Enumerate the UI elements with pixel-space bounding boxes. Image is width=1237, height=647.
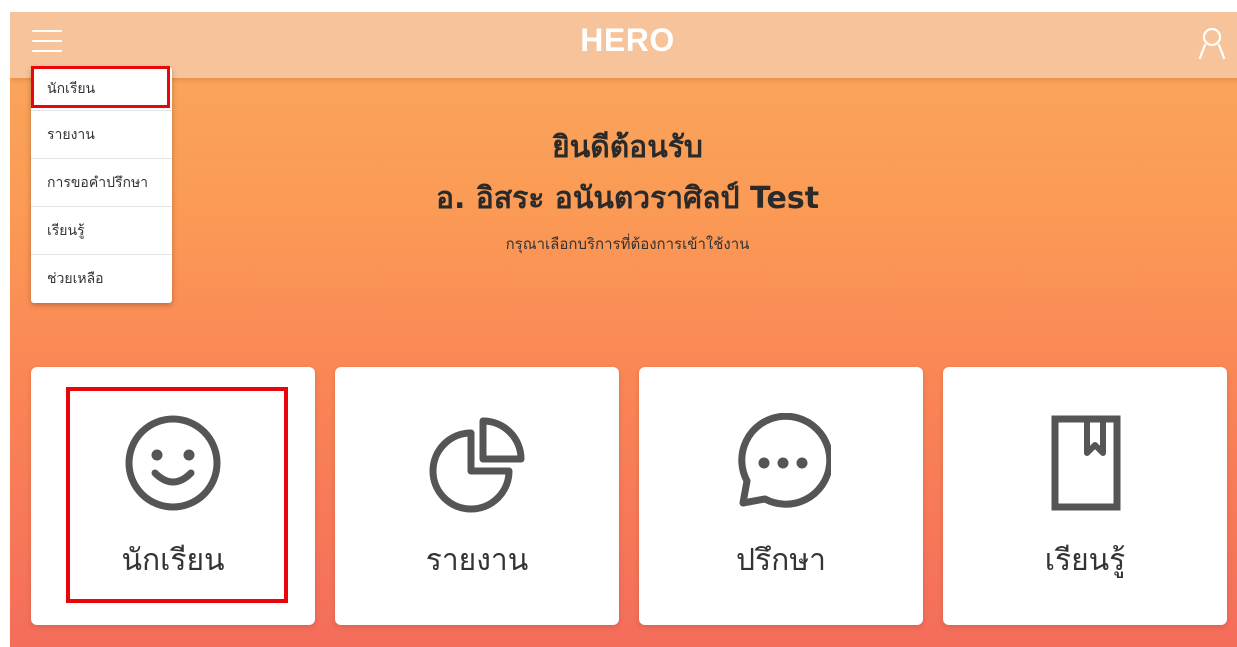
pie-chart-icon: [429, 417, 525, 513]
card-consult-label: ปรึกษา: [736, 543, 826, 578]
card-reports[interactable]: รายงาน: [335, 367, 619, 625]
menu-item-consultation-request[interactable]: การขอคำปรึกษา: [31, 159, 172, 207]
top-bar: HERO: [10, 12, 1237, 78]
user-name: อ. อิสระ อนันตวราศิลป์ Test: [435, 181, 820, 216]
smiley-face-icon: [125, 415, 221, 511]
menu-item-students[interactable]: นักเรียน: [31, 67, 172, 111]
menu-item-reports[interactable]: รายงาน: [31, 111, 172, 159]
card-students-label: นักเรียน: [121, 543, 225, 578]
app-frame: HERO ยินดีต้อนรับ อ. อิสระ อนันตวราศิลป์…: [10, 12, 1237, 647]
dropdown-menu: นักเรียน รายงาน การขอคำปรึกษา เรียนรู้ ช…: [31, 67, 172, 303]
chat-bubble-icon: [738, 413, 831, 508]
bookmark-book-icon: [1051, 415, 1121, 511]
menu-item-learning[interactable]: เรียนรู้: [31, 207, 172, 255]
menu-item-help[interactable]: ช่วยเหลือ: [31, 255, 172, 303]
card-consult[interactable]: ปรึกษา: [639, 367, 923, 625]
user-icon[interactable]: [1197, 26, 1227, 60]
brand-logo: HERO: [580, 22, 675, 58]
card-reports-label: รายงาน: [425, 543, 529, 578]
welcome-subtitle: กรุณาเลือกบริการที่ต้องการเข้าใช้งาน: [505, 235, 750, 253]
card-learning[interactable]: เรียนรู้: [943, 367, 1227, 625]
card-learning-label: เรียนรู้: [1044, 543, 1126, 578]
welcome-title: ยินดีต้อนรับ: [552, 130, 703, 165]
card-students[interactable]: นักเรียน: [31, 367, 315, 625]
